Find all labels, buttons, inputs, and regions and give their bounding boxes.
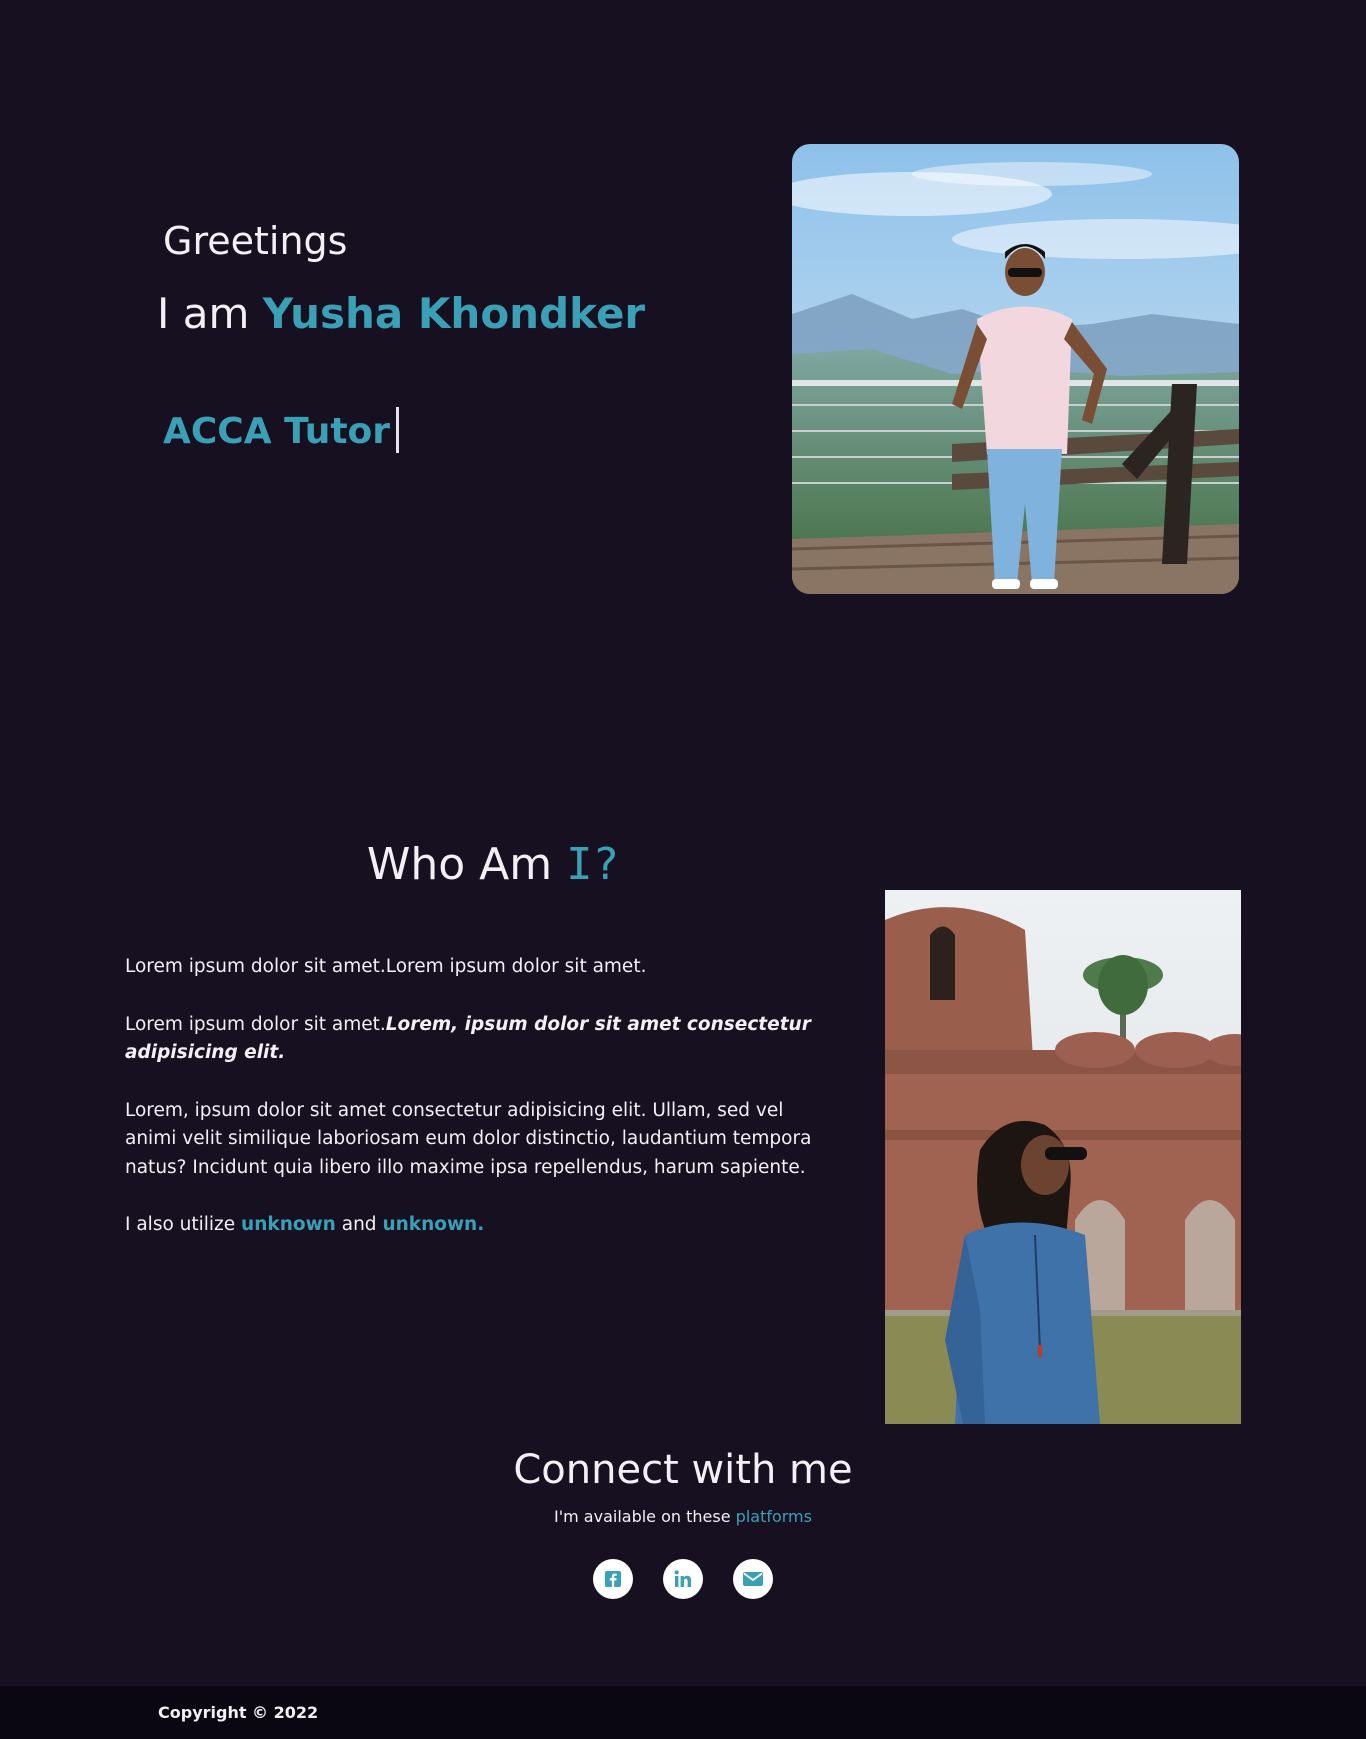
copyright-text: Copyright © 2022	[158, 1703, 319, 1722]
tool-link-2[interactable]: unknown.	[382, 1214, 484, 1235]
role-typewriter: ACCA Tutor	[163, 407, 400, 453]
connect-subtitle-accent: platforms	[735, 1507, 812, 1526]
tool-link-1[interactable]: unknown	[241, 1214, 336, 1235]
hero-section: Greetings I am Yusha Khondker ACCA Tutor	[0, 0, 1366, 760]
facebook-icon	[605, 1571, 621, 1587]
about-title-prefix: Who Am	[366, 839, 553, 890]
about-paragraph-3: Lorem, ipsum dolor sit amet consectetur …	[125, 1099, 812, 1178]
connect-title: Connect with me	[513, 1447, 853, 1493]
about-utilize-and: and	[341, 1214, 377, 1235]
hero-name: Yusha Khondker	[262, 289, 646, 338]
about-text: Lorem ipsum dolor sit amet.Lorem ipsum d…	[125, 953, 835, 1269]
about-paragraph-4: I also utilize unknown and unknown.	[125, 1211, 835, 1240]
about-paragraph-2-plain: Lorem ipsum dolor sit amet.	[125, 1013, 386, 1035]
intro-prefix: I am	[157, 289, 250, 338]
connect-subtitle: I'm available on these platforms	[0, 1507, 1366, 1527]
about-paragraph-1: Lorem ipsum dolor sit amet.Lorem ipsum d…	[125, 956, 647, 977]
facebook-link[interactable]	[593, 1559, 633, 1599]
about-utilize-prefix: I also utilize	[125, 1214, 236, 1235]
role-text: ACCA Tutor	[163, 411, 391, 452]
greeting-text: Greetings	[163, 219, 348, 263]
envelope-icon	[743, 1572, 763, 1586]
about-title-accent: I?	[566, 839, 620, 890]
about-title: Who Am I?	[0, 843, 986, 887]
social-links	[0, 1559, 1366, 1599]
about-photo	[885, 890, 1241, 1424]
linkedin-icon	[674, 1570, 691, 1587]
typing-caret	[396, 407, 400, 453]
intro-heading: I am Yusha Khondker	[157, 293, 645, 335]
linkedin-link[interactable]	[663, 1559, 703, 1599]
connect-subtitle-prefix: I'm available on these	[554, 1507, 731, 1526]
hero-photo	[792, 144, 1239, 594]
about-paragraph-2: Lorem ipsum dolor sit amet.Lorem, ipsum …	[125, 1011, 835, 1068]
footer: Copyright © 2022	[0, 1686, 1366, 1739]
email-link[interactable]	[733, 1559, 773, 1599]
